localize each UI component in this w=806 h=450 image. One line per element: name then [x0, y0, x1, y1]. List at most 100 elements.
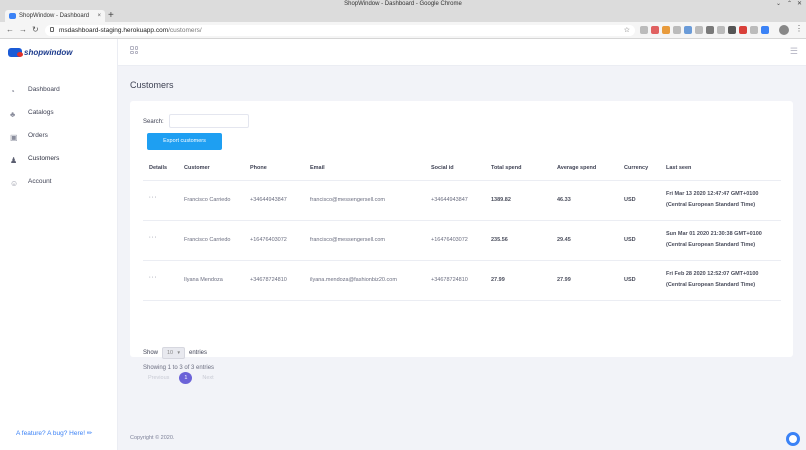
window-titlebar: ShopWindow - Dashboard - Google Chrome ⌄…	[0, 0, 806, 9]
last-seen-cell: Fri Mar 13 2020 12:47:47 GMT+0100 (Centra…	[660, 180, 781, 221]
user-icon: ☺	[10, 179, 19, 188]
average-spend-cell: 27.99	[551, 260, 618, 301]
total-spend-cell: 27.99	[485, 260, 551, 301]
column-header[interactable]: Last seen	[660, 156, 781, 181]
page-1-button[interactable]: 1	[179, 372, 193, 384]
browser-menu-icon[interactable]: ⋮	[795, 24, 803, 33]
social-id-cell: +34678724810	[425, 260, 485, 301]
page-length-select[interactable]: 10 ▼	[162, 347, 185, 359]
search-input[interactable]	[169, 114, 249, 128]
speedometer-icon: ◔	[10, 87, 15, 96]
row-details-button[interactable]: ···	[143, 180, 178, 221]
sidebar-nav: ◔ Dashboard ♣ Catalogs ▣ Orders ♟ Custom…	[0, 83, 118, 198]
currency-cell: USD	[618, 260, 660, 301]
customers-table: Details Customer Phone Email Social id T…	[143, 156, 781, 301]
export-customers-button[interactable]: Export customers	[147, 133, 222, 150]
phone-cell: +34644943847	[244, 180, 304, 221]
next-page-button[interactable]: Next	[202, 375, 213, 381]
app: shopwindow ◔ Dashboard ♣ Catalogs ▣ Orde…	[0, 39, 806, 450]
help-lifebuoy-icon[interactable]	[786, 432, 800, 446]
currency-cell: USD	[618, 180, 660, 221]
browser-tab[interactable]: ShopWindow - Dashboard ×	[5, 10, 105, 22]
column-header[interactable]: Email	[304, 156, 425, 181]
extension-icon[interactable]	[673, 26, 681, 34]
customer-name: Francisco Carriedo	[178, 220, 244, 261]
url-input[interactable]: msdashboard-staging.herokuapp.com/custom…	[45, 25, 635, 36]
row-details-button[interactable]: ···	[143, 220, 178, 261]
apps-grid-icon[interactable]	[130, 46, 138, 54]
customer-name: Ilyana Mendoza	[178, 260, 244, 301]
table-row: ··· Ilyana Mendoza +34678724810 ilyana.m…	[143, 260, 781, 301]
search-label: Search:	[143, 119, 164, 125]
new-tab-icon[interactable]: +	[108, 9, 114, 22]
url-path: /customers/	[168, 27, 202, 34]
profile-avatar[interactable]	[779, 25, 789, 35]
column-header[interactable]: Social id	[425, 156, 485, 181]
bookmark-star-icon[interactable]: ☆	[624, 25, 630, 36]
currency-cell: USD	[618, 220, 660, 261]
table-row: ··· Francisco Carriedo +34644943847 fran…	[143, 180, 781, 221]
social-id-cell: +34644943847	[425, 180, 485, 221]
extension-icon[interactable]	[695, 26, 703, 34]
extension-icon[interactable]	[651, 26, 659, 34]
column-header[interactable]: Total spend	[485, 156, 551, 181]
extension-icon[interactable]	[750, 26, 758, 34]
users-icon: ♟	[10, 156, 18, 165]
catalog-icon: ♣	[10, 110, 16, 119]
extension-icon[interactable]	[640, 26, 648, 34]
sidebar-item-label: Customers	[28, 155, 60, 162]
footer-copyright: Copyright © 2020.	[130, 435, 175, 441]
column-header[interactable]: Details	[143, 156, 178, 181]
column-header[interactable]: Average spend	[551, 156, 618, 181]
last-seen-cell: Fri Feb 28 2020 12:52:07 GMT+0100 (Centra…	[660, 260, 781, 301]
lock-icon	[50, 27, 54, 32]
sidebar: shopwindow ◔ Dashboard ♣ Catalogs ▣ Orde…	[0, 39, 118, 450]
last-seen-timezone: (Central European Standard Time)	[666, 242, 756, 248]
tab-title: ShopWindow - Dashboard	[19, 13, 90, 19]
extension-icon[interactable]	[761, 26, 769, 34]
extension-icon[interactable]	[739, 26, 747, 34]
email-cell: francisco@messengersell.com	[304, 180, 425, 221]
extension-toolbar	[640, 26, 769, 35]
close-window-icon[interactable]: ✕	[797, 0, 802, 9]
phone-cell: +34678724810	[244, 260, 304, 301]
last-seen-date: Fri Mar 13 2020 12:47:47 GMT+0100	[666, 191, 759, 197]
brand-logo[interactable]: shopwindow	[8, 45, 72, 59]
last-seen-cell: Sun Mar 01 2020 21:30:38 GMT+0100 (Centra…	[660, 220, 781, 261]
box-icon: ▣	[10, 133, 18, 142]
customer-name: Francisco Carriedo	[178, 180, 244, 221]
column-header[interactable]: Currency	[618, 156, 660, 181]
hamburger-menu-icon[interactable]: ☰	[790, 46, 798, 57]
sidebar-item-dashboard[interactable]: ◔ Dashboard	[0, 83, 118, 106]
sidebar-item-customers[interactable]: ♟ Customers	[0, 152, 118, 175]
sidebar-item-label: Dashboard	[28, 86, 60, 93]
extension-icon[interactable]	[728, 26, 736, 34]
forward-icon[interactable]: →	[19, 25, 27, 34]
extension-icon[interactable]	[684, 26, 692, 34]
logo-text: shopwindow	[24, 47, 73, 57]
column-header[interactable]: Customer	[178, 156, 244, 181]
column-header[interactable]: Phone	[244, 156, 304, 181]
sidebar-item-label: Account	[28, 178, 52, 185]
previous-page-button[interactable]: Previous	[148, 375, 169, 381]
extension-icon[interactable]	[706, 26, 714, 34]
email-cell: francisco@messengersell.com	[304, 220, 425, 261]
sidebar-item-label: Catalogs	[28, 109, 54, 116]
shopwindow-logo-icon	[8, 47, 23, 57]
sidebar-item-catalogs[interactable]: ♣ Catalogs	[0, 106, 118, 129]
sidebar-item-account[interactable]: ☺ Account	[0, 175, 118, 198]
maximize-icon[interactable]: ⌃	[787, 0, 792, 9]
total-spend-cell: 235.56	[485, 220, 551, 261]
reload-icon[interactable]: ↻	[32, 25, 39, 34]
tab-strip: ShopWindow - Dashboard × +	[0, 9, 806, 22]
last-seen-date: Fri Feb 28 2020 12:52:07 GMT+0100	[666, 271, 759, 277]
back-icon[interactable]: ←	[6, 25, 14, 34]
tab-close-icon[interactable]: ×	[97, 10, 101, 22]
extension-icon[interactable]	[662, 26, 670, 34]
last-seen-date: Sun Mar 01 2020 21:30:38 GMT+0100	[666, 231, 762, 237]
extension-icon[interactable]	[717, 26, 725, 34]
row-details-button[interactable]: ···	[143, 260, 178, 301]
minimize-icon[interactable]: ⌄	[776, 0, 781, 9]
feedback-link[interactable]: A feature? A bug? Here! ✏	[16, 429, 92, 437]
sidebar-item-orders[interactable]: ▣ Orders	[0, 129, 118, 152]
